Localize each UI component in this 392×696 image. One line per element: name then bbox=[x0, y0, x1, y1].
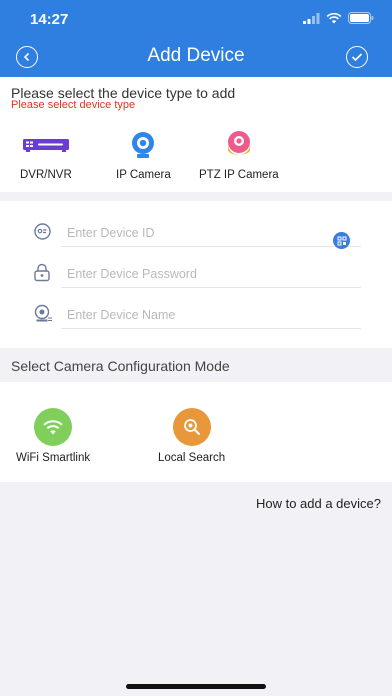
wifi-smartlink-badge bbox=[34, 408, 73, 446]
ptz-camera-icon bbox=[227, 131, 250, 155]
wifi-icon bbox=[43, 419, 63, 434]
battery-icon bbox=[348, 12, 374, 24]
device-form bbox=[0, 201, 392, 348]
device-password-input[interactable] bbox=[61, 260, 361, 288]
wifi-status-icon bbox=[326, 12, 342, 23]
ip-camera-icon bbox=[132, 132, 155, 158]
mode-label: Local Search bbox=[158, 452, 226, 464]
top-bar: 14:27 Add Device bbox=[0, 0, 392, 77]
device-type-ip-camera[interactable]: IP Camera bbox=[116, 129, 171, 181]
local-search-badge bbox=[172, 408, 211, 446]
camera-name-icon bbox=[34, 304, 52, 322]
config-mode-header: Select Camera Configuration Mode bbox=[11, 358, 230, 374]
device-type-label: IP Camera bbox=[116, 169, 171, 181]
mode-local-search[interactable]: Local Search bbox=[158, 408, 225, 464]
device-type-error: Please select device type bbox=[11, 99, 136, 111]
signal-icon bbox=[303, 12, 320, 24]
device-type-label: DVR/NVR bbox=[20, 169, 72, 181]
confirm-button[interactable] bbox=[346, 46, 368, 68]
device-id-icon bbox=[34, 223, 51, 240]
mode-wifi-smartlink[interactable]: WiFi Smartlink bbox=[16, 408, 90, 464]
how-to-add-link[interactable]: How to add a device? bbox=[256, 496, 381, 511]
search-icon bbox=[183, 419, 200, 435]
lock-icon bbox=[34, 263, 50, 282]
config-mode-section: WiFi Smartlink Local Search bbox=[0, 382, 392, 482]
device-type-label: PTZ IP Camera bbox=[199, 169, 279, 181]
device-name-row bbox=[0, 293, 392, 334]
device-id-input[interactable] bbox=[61, 219, 361, 247]
device-type-dvr-nvr[interactable]: DVR/NVR bbox=[20, 129, 72, 181]
status-icons bbox=[303, 12, 374, 24]
status-time: 14:27 bbox=[30, 11, 69, 28]
device-id-row bbox=[0, 211, 392, 252]
status-bar: 14:27 bbox=[0, 0, 392, 38]
page-title: Add Device bbox=[147, 45, 245, 66]
mode-label: WiFi Smartlink bbox=[16, 452, 91, 464]
device-type-section: Please select the device type to add Ple… bbox=[0, 77, 392, 192]
device-name-input[interactable] bbox=[61, 301, 361, 329]
nav-bar: Add Device bbox=[0, 38, 392, 77]
qr-scan-icon bbox=[337, 236, 346, 245]
dvr-icon bbox=[22, 139, 69, 152]
scan-qr-button[interactable] bbox=[333, 232, 350, 249]
device-type-ptz-camera[interactable]: PTZ IP Camera bbox=[199, 129, 279, 181]
check-icon bbox=[351, 53, 363, 62]
device-password-row bbox=[0, 252, 392, 293]
home-indicator bbox=[126, 684, 266, 689]
